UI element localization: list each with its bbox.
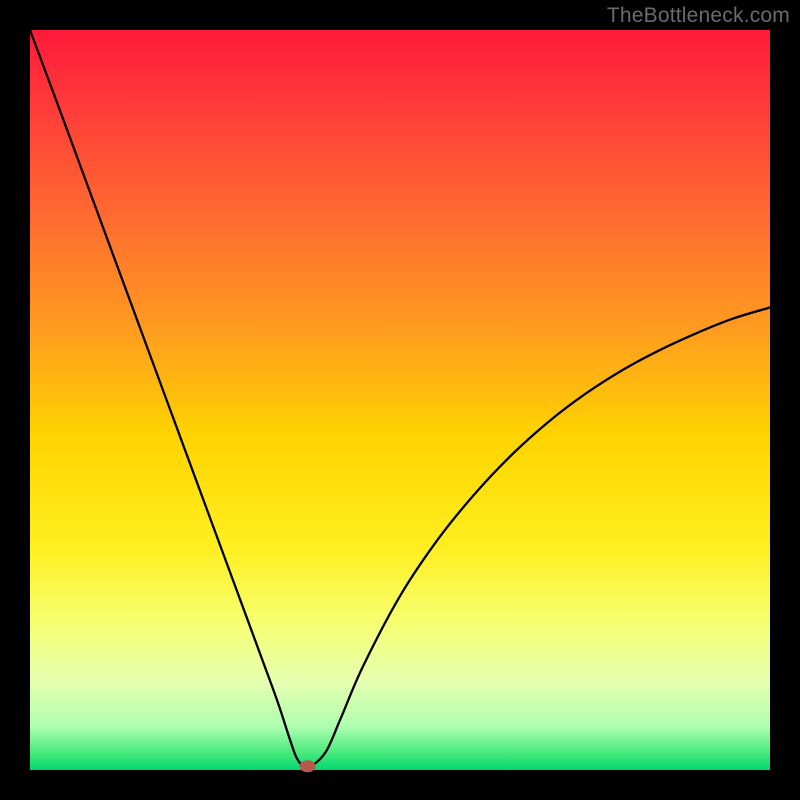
plot-background — [30, 30, 770, 770]
watermark-text: TheBottleneck.com — [607, 4, 790, 28]
chart-stage: TheBottleneck.com — [0, 0, 800, 800]
chart-svg — [0, 0, 800, 800]
minimum-marker — [300, 760, 316, 772]
